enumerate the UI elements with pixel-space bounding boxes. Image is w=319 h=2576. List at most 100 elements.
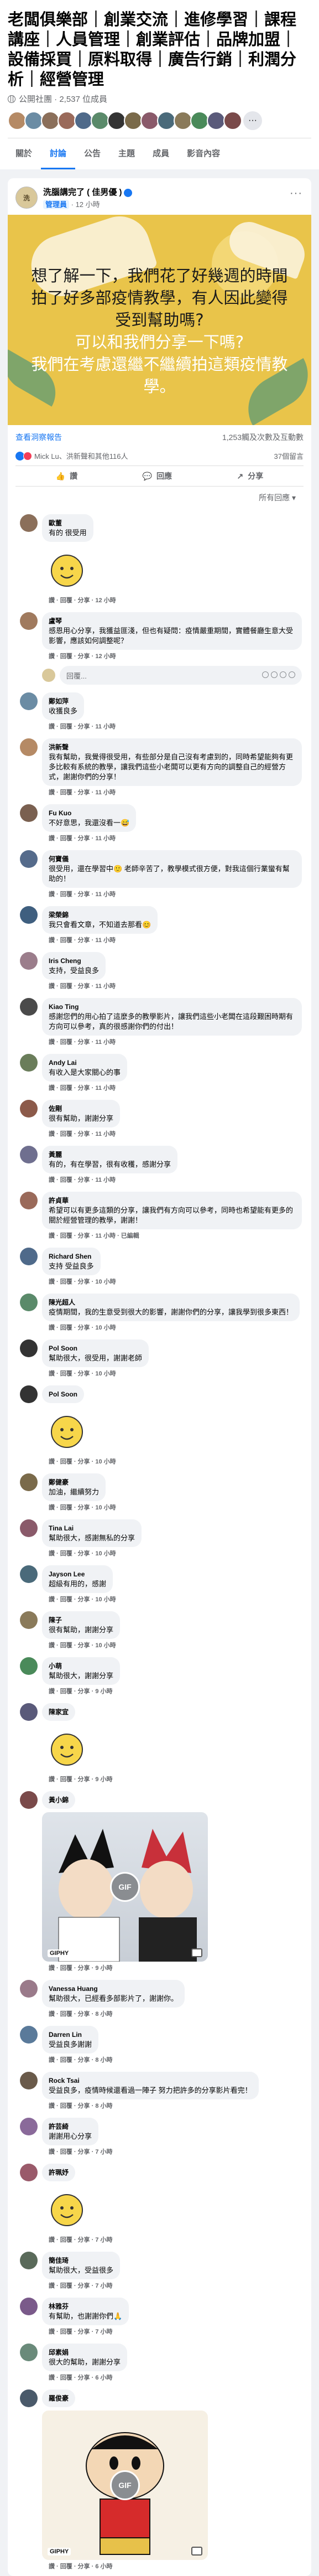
member-avatar[interactable] (190, 111, 209, 130)
commenter-avatar[interactable] (20, 738, 38, 756)
camera-icon[interactable] (271, 671, 278, 678)
gif-play-button[interactable]: GIF (110, 1872, 140, 1902)
commenter-avatar[interactable] (20, 2118, 38, 2135)
comment-sort-dropdown[interactable]: 所有回應 ▾ (8, 487, 311, 506)
commenter-avatar[interactable] (20, 1294, 38, 1311)
expand-icon[interactable] (191, 1948, 202, 1957)
commenter-avatar[interactable] (20, 612, 38, 630)
commenter-name[interactable]: Andy Lai (49, 1058, 121, 1068)
member-avatar[interactable] (207, 111, 226, 130)
commenter-avatar[interactable] (20, 1192, 38, 1209)
sticker-image[interactable] (42, 2184, 92, 2233)
sticker-image[interactable] (42, 1405, 92, 1455)
author-name[interactable]: 洗腦講完了 ( 佳男優 ) (43, 186, 132, 198)
commenter-name[interactable]: 許芸綺 (49, 2122, 92, 2132)
commenter-avatar[interactable] (20, 1100, 38, 1118)
commenter-avatar[interactable] (20, 952, 38, 970)
commenter-name[interactable]: 何寶儀 (49, 854, 295, 864)
tab-about[interactable]: 關於 (7, 138, 41, 169)
commenter-avatar[interactable] (20, 1146, 38, 1163)
commenter-avatar[interactable] (20, 1054, 38, 1072)
commenter-name[interactable]: Richard Shen (49, 1251, 94, 1261)
commenter-avatar[interactable] (20, 804, 38, 822)
group-title[interactable]: 老闆俱樂部｜創業交流｜進修學習｜課程講座｜人員管理｜創業評估｜品牌加盟｜設備採買… (8, 10, 309, 90)
commenter-name[interactable]: 鄭健豪 (49, 1477, 99, 1487)
author-avatar[interactable]: 洗 (15, 187, 38, 209)
reply-input[interactable]: 回覆... (60, 666, 302, 685)
tab-discussion[interactable]: 討論 (41, 138, 76, 169)
gif-icon[interactable] (280, 671, 286, 678)
commenter-name[interactable]: Rock Tsai (49, 2076, 252, 2086)
commenter-name[interactable]: 洪新聲 (49, 742, 295, 752)
member-avatar[interactable] (174, 111, 192, 130)
reaction-names[interactable]: Mick Lu、洪新聲和其他116人 (34, 451, 128, 461)
member-avatar[interactable] (57, 111, 76, 130)
post-time[interactable]: 12 小時 (76, 200, 100, 209)
commenter-name[interactable]: 歐董 (49, 518, 87, 528)
commenter-name[interactable]: Tina Lai (49, 1523, 135, 1533)
member-avatar[interactable] (124, 111, 143, 130)
commenter-name[interactable]: Jayson Lee (49, 1569, 106, 1579)
commenter-name[interactable]: 鄭如萍 (49, 696, 77, 706)
commenter-name[interactable]: 林雅芬 (49, 2301, 122, 2311)
share-button[interactable]: ↗ 分享 (237, 470, 264, 482)
insights-link[interactable]: 查看洞察報告 (15, 432, 62, 443)
member-avatar[interactable] (223, 111, 242, 130)
commenter-name[interactable]: 梁榮錦 (49, 910, 151, 920)
sticker-icon[interactable] (289, 671, 295, 678)
commenter-name[interactable]: 黃麗 (49, 1150, 171, 1160)
gif-play-button[interactable]: GIF (110, 2470, 140, 2500)
commenter-avatar[interactable] (20, 2026, 38, 2044)
commenter-name[interactable]: 羅俊豪 (49, 2393, 69, 2403)
commenter-name[interactable]: Fu Kuo (49, 808, 129, 818)
commenter-avatar[interactable] (20, 1611, 38, 1629)
commenter-avatar[interactable] (20, 2252, 38, 2269)
commenter-name[interactable]: Darren Lin (49, 2030, 92, 2040)
commenter-name[interactable]: 小萌 (49, 1661, 113, 1671)
commenter-avatar[interactable] (20, 906, 38, 924)
sticker-image[interactable] (42, 1723, 92, 1773)
commenter-name[interactable]: Vanessa Huang (49, 1984, 178, 1994)
commenter-name[interactable]: Iris Cheng (49, 956, 99, 966)
member-avatar[interactable] (107, 111, 126, 130)
member-avatar[interactable] (8, 111, 27, 130)
commenter-avatar[interactable] (20, 2164, 38, 2181)
commenter-name[interactable]: 黃小錦 (49, 1795, 69, 1805)
member-avatar[interactable] (140, 111, 159, 130)
commenter-avatar[interactable] (20, 2389, 38, 2407)
emoji-icon[interactable] (262, 671, 269, 678)
comment-button[interactable]: 💬 回應 (143, 470, 172, 482)
member-avatar[interactable] (41, 111, 60, 130)
commenter-name[interactable]: 陳光超人 (49, 1297, 293, 1307)
commenter-avatar[interactable] (20, 1248, 38, 1265)
commenter-name[interactable]: Pol Soon (49, 1389, 77, 1399)
commenter-name[interactable]: 佐剛 (49, 1104, 113, 1114)
like-button[interactable]: 👍 讚 (56, 470, 77, 482)
post-image[interactable]: 想了解一下，我們花了好幾週的時間 拍了好多部疫情教學，有人因此變得 受到幫助嗎?… (8, 215, 311, 425)
commenter-avatar[interactable] (20, 2072, 38, 2089)
commenter-name[interactable]: 陳家宜 (49, 1707, 69, 1717)
commenter-name[interactable]: 簡佳琦 (49, 2256, 113, 2265)
commenter-avatar[interactable] (20, 1980, 38, 1998)
expand-icon[interactable] (191, 2547, 202, 2556)
member-avatar[interactable] (24, 111, 43, 130)
tab-topics[interactable]: 主題 (109, 138, 144, 169)
commenter-avatar[interactable] (20, 1519, 38, 1537)
member-avatar[interactable] (157, 111, 176, 130)
commenter-name[interactable]: 許珮妤 (49, 2168, 69, 2177)
commenter-avatar[interactable] (20, 1385, 38, 1403)
commenter-name[interactable]: 盧琴 (49, 616, 295, 626)
commenter-avatar[interactable] (20, 1791, 38, 1809)
sticker-image[interactable] (42, 544, 92, 594)
commenter-name[interactable]: 邱素娟 (49, 2347, 121, 2357)
commenter-avatar[interactable] (20, 1703, 38, 1721)
commenter-avatar[interactable] (20, 2344, 38, 2361)
commenter-avatar[interactable] (20, 998, 38, 1016)
gif-attachment[interactable]: GIF GIPHY (42, 2411, 208, 2560)
commenter-avatar[interactable] (20, 1657, 38, 1675)
commenter-avatar[interactable] (20, 850, 38, 868)
commenter-avatar[interactable] (20, 1565, 38, 1583)
tab-media[interactable]: 影音內容 (178, 138, 229, 169)
commenter-avatar[interactable] (20, 514, 38, 532)
tab-announcements[interactable]: 公告 (75, 138, 109, 169)
